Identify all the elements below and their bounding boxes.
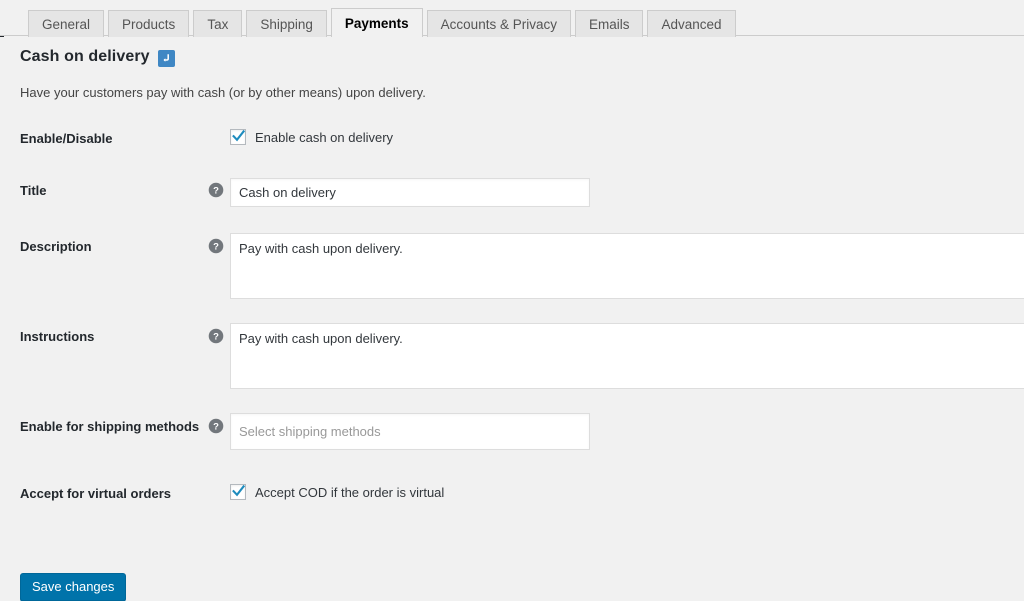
field-label-description: Description: [20, 239, 92, 254]
shipping-methods-select[interactable]: [230, 413, 590, 450]
help-icon-title[interactable]: ?: [208, 182, 224, 198]
tab-payments[interactable]: Payments: [331, 8, 423, 37]
tab-emails[interactable]: Emails: [575, 10, 644, 37]
svg-text:?: ?: [213, 332, 219, 343]
help-icon-instructions[interactable]: ?: [208, 328, 224, 344]
svg-text:?: ?: [213, 422, 219, 433]
field-label-title: Title: [20, 183, 47, 198]
field-label-shipping-methods: Enable for shipping methods: [20, 419, 199, 434]
virtual-orders-checkbox-row[interactable]: Accept COD if the order is virtual: [230, 484, 444, 500]
enable-cod-checkbox-row[interactable]: Enable cash on delivery: [230, 129, 393, 145]
enable-cod-checkbox[interactable]: [230, 129, 246, 145]
tab-tax[interactable]: Tax: [193, 10, 242, 37]
settings-tab-list: General Products Tax Shipping Payments A…: [28, 4, 740, 36]
enable-cod-checkbox-label: Enable cash on delivery: [255, 130, 393, 145]
page-header: Cash on delivery: [20, 48, 175, 66]
page-subtitle: Have your customers pay with cash (or by…: [20, 85, 426, 100]
accept-cod-virtual-checkbox[interactable]: [230, 484, 246, 500]
field-label-enable-disable: Enable/Disable: [20, 131, 112, 146]
help-icon-description[interactable]: ?: [208, 238, 224, 254]
tab-advanced[interactable]: Advanced: [647, 10, 735, 37]
field-label-instructions: Instructions: [20, 329, 94, 344]
svg-text:?: ?: [213, 242, 219, 253]
tab-shipping[interactable]: Shipping: [246, 10, 327, 37]
settings-content-panel: Cash on delivery Have your customers pay…: [0, 37, 1024, 576]
title-input[interactable]: [230, 178, 590, 207]
save-changes-button[interactable]: Save changes: [20, 573, 126, 601]
svg-text:?: ?: [213, 186, 219, 197]
tab-products[interactable]: Products: [108, 10, 189, 37]
help-icon-shipping-methods[interactable]: ?: [208, 418, 224, 434]
return-arrow-icon[interactable]: [158, 50, 175, 67]
description-textarea[interactable]: Pay with cash upon delivery.: [230, 233, 1024, 299]
tab-general[interactable]: General: [28, 10, 104, 37]
settings-tab-bar: General Products Tax Shipping Payments A…: [0, 0, 1024, 36]
tab-accounts-privacy[interactable]: Accounts & Privacy: [427, 10, 571, 37]
page-title: Cash on delivery: [20, 48, 150, 66]
instructions-textarea[interactable]: Pay with cash upon delivery.: [230, 323, 1024, 389]
accept-cod-virtual-checkbox-label: Accept COD if the order is virtual: [255, 485, 444, 500]
field-label-virtual-orders: Accept for virtual orders: [20, 486, 171, 501]
